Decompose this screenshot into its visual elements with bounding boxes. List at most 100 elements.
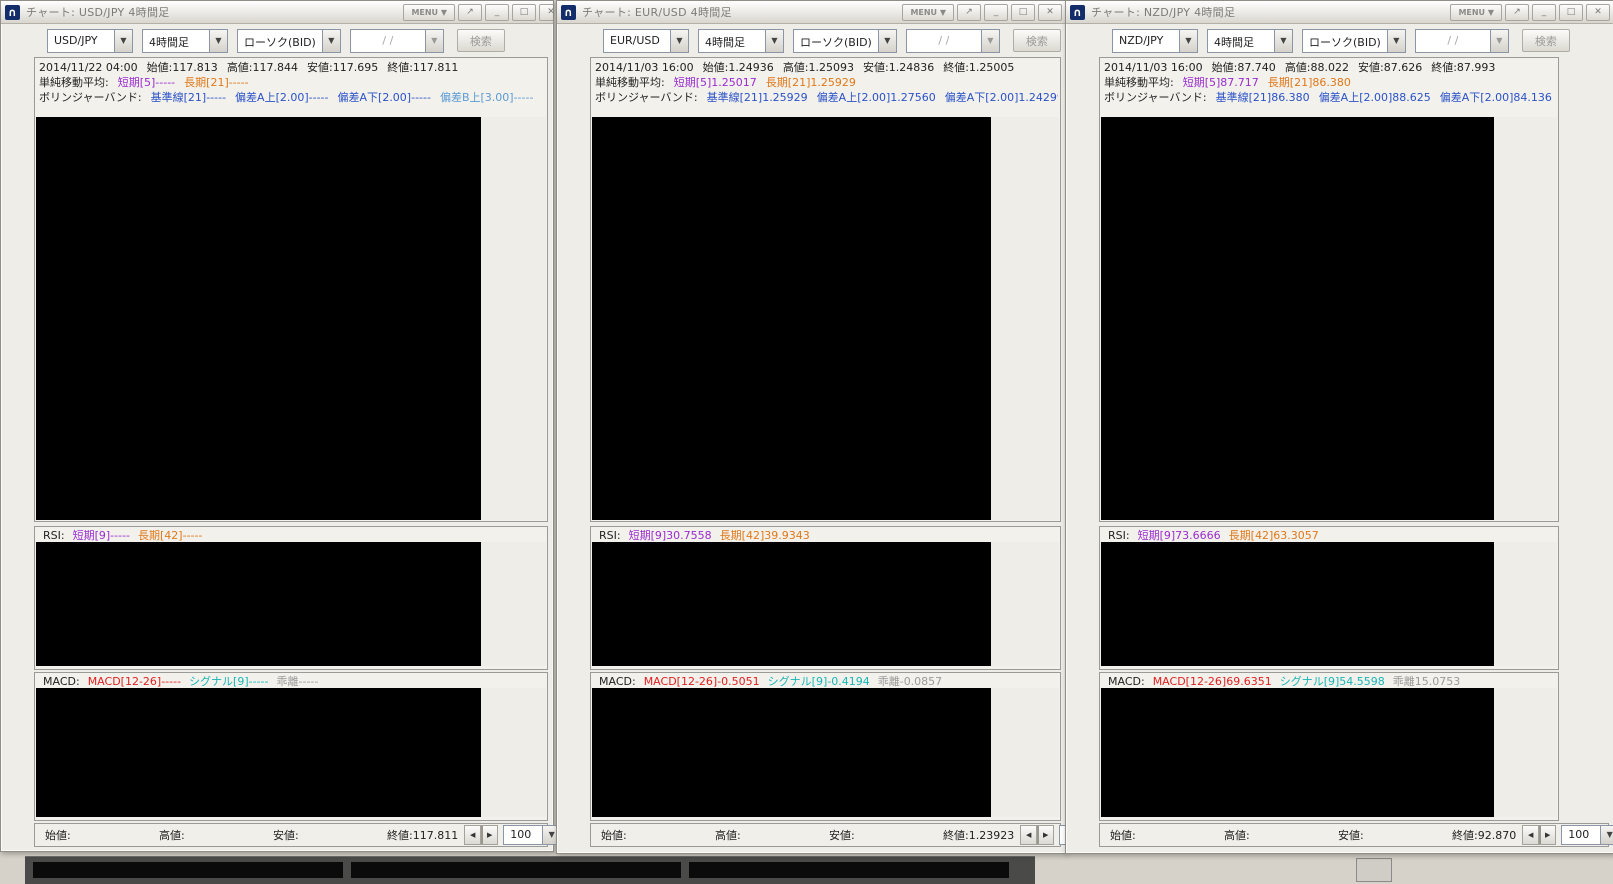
ohlc-info: 2014/11/22 04:00始値:117.813高値:117.844安値:1… [39, 59, 545, 75]
bar-close: 終値:87.993 [1431, 61, 1495, 74]
pair-select[interactable]: NZD/JPY▼ [1112, 29, 1198, 53]
titlebar-buttons: MENU ▼ ↗ _ □ ✕ [403, 4, 553, 21]
charttype-select[interactable]: ローソク(BID)▼ [237, 29, 341, 53]
charttype-select[interactable]: ローソク(BID)▼ [1302, 29, 1406, 53]
rsi-panel: RSI:短期[9]73.6666長期[42]63.3057 [1099, 526, 1559, 670]
chevron-down-icon: ▼ [425, 30, 443, 52]
minimize-button[interactable]: _ [1532, 4, 1556, 21]
titlebar[interactable]: ∩ チャート: NZD/JPY 4時間足 MENU ▼ ↗ _ □ ✕ [1066, 1, 1613, 24]
scroll-left-button[interactable]: ◀ [1523, 826, 1539, 844]
scrollbar-thumb[interactable] [481, 826, 483, 844]
main-chart-region: 2014/11/03 16:00始値:1.24936高値:1.25093安値:1… [590, 57, 1061, 522]
rsi-axis [481, 542, 546, 666]
macd-axis [1494, 688, 1557, 817]
popout-icon[interactable]: ↗ [1505, 4, 1529, 21]
macd-chart-canvas[interactable] [592, 688, 991, 817]
minimize-button[interactable]: _ [984, 4, 1008, 21]
main-chart-canvas[interactable] [36, 117, 481, 520]
bottom-low-label: 安値: [263, 827, 377, 843]
rsi-panel: RSI:短期[9]30.7558長期[42]39.9343 [590, 526, 1061, 670]
rsi-panel: RSI:短期[9]-----長期[42]----- [34, 526, 548, 670]
timeframe-select[interactable]: 4時間足▼ [698, 29, 784, 53]
h-scrollbar[interactable]: ◀▶ [1522, 825, 1556, 845]
search-button[interactable]: 検索 [1522, 29, 1570, 52]
h-scrollbar[interactable]: ◀▶ [464, 825, 498, 845]
macd-panel: MACD:MACD[12-26]-0.5051シグナル[9]-0.4194乖離-… [590, 672, 1061, 821]
bottom-open-label: 始値: [591, 827, 705, 843]
scroll-left-button[interactable]: ◀ [465, 826, 481, 844]
scroll-left-button[interactable]: ◀ [1021, 826, 1037, 844]
maximize-button[interactable]: □ [1011, 4, 1035, 21]
popout-icon[interactable]: ↗ [957, 4, 981, 21]
chevron-down-icon: ▼ [114, 30, 132, 52]
rsi-chart-canvas[interactable] [1101, 542, 1494, 666]
pair-select[interactable]: USD/JPY▼ [47, 29, 133, 53]
minimize-button[interactable]: _ [485, 4, 509, 21]
chevron-down-icon: ▼ [878, 30, 896, 52]
rsi-chart-canvas[interactable] [36, 542, 481, 666]
rsi-chart-canvas[interactable] [592, 542, 991, 666]
date-input[interactable]: / /▼ [1415, 29, 1509, 53]
macd-axis [481, 688, 546, 817]
main-chart-canvas[interactable] [592, 117, 991, 520]
maximize-button[interactable]: □ [1559, 4, 1583, 21]
h-scrollbar[interactable]: ◀▶ [1020, 825, 1054, 845]
titlebar[interactable]: ∩ チャート: USD/JPY 4時間足 MENU ▼ ↗ _ □ ✕ [1, 1, 553, 24]
search-button[interactable]: 検索 [457, 29, 505, 52]
menu-button[interactable]: MENU ▼ [403, 4, 455, 21]
pair-select[interactable]: EUR/USD▼ [603, 29, 689, 53]
bottom-close-value: 終値:117.811 [377, 827, 458, 843]
bar-count-select[interactable]: 100▼ [503, 825, 561, 845]
bar-close: 終値:117.811 [387, 61, 458, 74]
scroll-right-button[interactable]: ▶ [481, 826, 497, 844]
menu-button[interactable]: MENU ▼ [902, 4, 954, 21]
macd-chart-canvas[interactable] [36, 688, 481, 817]
scroll-right-button[interactable]: ▶ [1539, 826, 1555, 844]
bar-high: 高値:1.25093 [783, 61, 854, 74]
bottom-bar: 始値: 高値: 安値: 終値:117.811 ◀▶ 100▼ ＋ － [34, 823, 548, 847]
chevron-down-icon: ▼ [1387, 30, 1405, 52]
chevron-down-icon: ▼ [670, 30, 688, 52]
timeframe-select[interactable]: 4時間足▼ [1207, 29, 1293, 53]
titlebar-buttons: MENU ▼ ↗ _ □ ✕ [902, 4, 1062, 21]
menu-button[interactable]: MENU ▼ [1450, 4, 1502, 21]
scroll-right-button[interactable]: ▶ [1037, 826, 1053, 844]
main-chart [36, 117, 546, 520]
close-button[interactable]: ✕ [1586, 4, 1610, 21]
search-button[interactable]: 検索 [1013, 29, 1061, 52]
macd-legend: MACD:MACD[12-26]69.6351シグナル[9]54.5598乖離1… [1100, 673, 1558, 688]
macd-legend: MACD:MACD[12-26]-0.5051シグナル[9]-0.4194乖離-… [591, 673, 1060, 688]
date-input[interactable]: / /▼ [350, 29, 444, 53]
charttype-select[interactable]: ローソク(BID)▼ [793, 29, 897, 53]
macd-chart-canvas[interactable] [1101, 688, 1494, 817]
main-chart-region: 2014/11/03 16:00始値:87.740高値:88.022安値:87.… [1099, 57, 1559, 522]
close-button[interactable]: ✕ [539, 4, 553, 21]
timeframe-select[interactable]: 4時間足▼ [142, 29, 228, 53]
bottom-high-label: 高値: [705, 827, 819, 843]
main-chart-canvas[interactable] [1101, 117, 1494, 520]
bar-open: 始値:117.813 [147, 61, 218, 74]
window-title: チャート: USD/JPY 4時間足 [26, 4, 397, 20]
date-input[interactable]: / /▼ [906, 29, 1000, 53]
ohlc-info: 2014/11/03 16:00始値:1.24936高値:1.25093安値:1… [595, 59, 1058, 75]
close-button[interactable]: ✕ [1038, 4, 1062, 21]
y-axis [1494, 117, 1557, 520]
titlebar[interactable]: ∩ チャート: EUR/USD 4時間足 MENU ▼ ↗ _ □ ✕ [557, 1, 1066, 24]
maximize-button[interactable]: □ [512, 4, 536, 21]
background-window-strip [25, 856, 1035, 884]
bottom-open-label: 始値: [35, 827, 149, 843]
popout-icon[interactable]: ↗ [458, 4, 482, 21]
main-chart-region: 2014/11/22 04:00始値:117.813高値:117.844安値:1… [34, 57, 548, 522]
scrollbar-thumb[interactable] [1037, 826, 1039, 844]
bottom-open-label: 始値: [1100, 827, 1214, 843]
window-title: チャート: NZD/JPY 4時間足 [1091, 4, 1444, 20]
macd-panel: MACD:MACD[12-26]-----シグナル[9]-----乖離----- [34, 672, 548, 821]
scrollbar-thumb[interactable] [1539, 826, 1541, 844]
main-chart [592, 117, 1059, 520]
macd-panel: MACD:MACD[12-26]69.6351シグナル[9]54.5598乖離1… [1099, 672, 1559, 821]
bar-count-select[interactable]: 100▼ [1561, 825, 1613, 845]
sma-info: 単純移動平均:短期[5]-----長期[21]----- [39, 74, 545, 90]
bar-low: 安値:1.24836 [863, 61, 934, 74]
sma-info: 単純移動平均:短期[5]87.717長期[21]86.380 [1104, 74, 1556, 90]
chart-window: ∩ チャート: NZD/JPY 4時間足 MENU ▼ ↗ _ □ ✕ NZD/… [1065, 0, 1613, 854]
